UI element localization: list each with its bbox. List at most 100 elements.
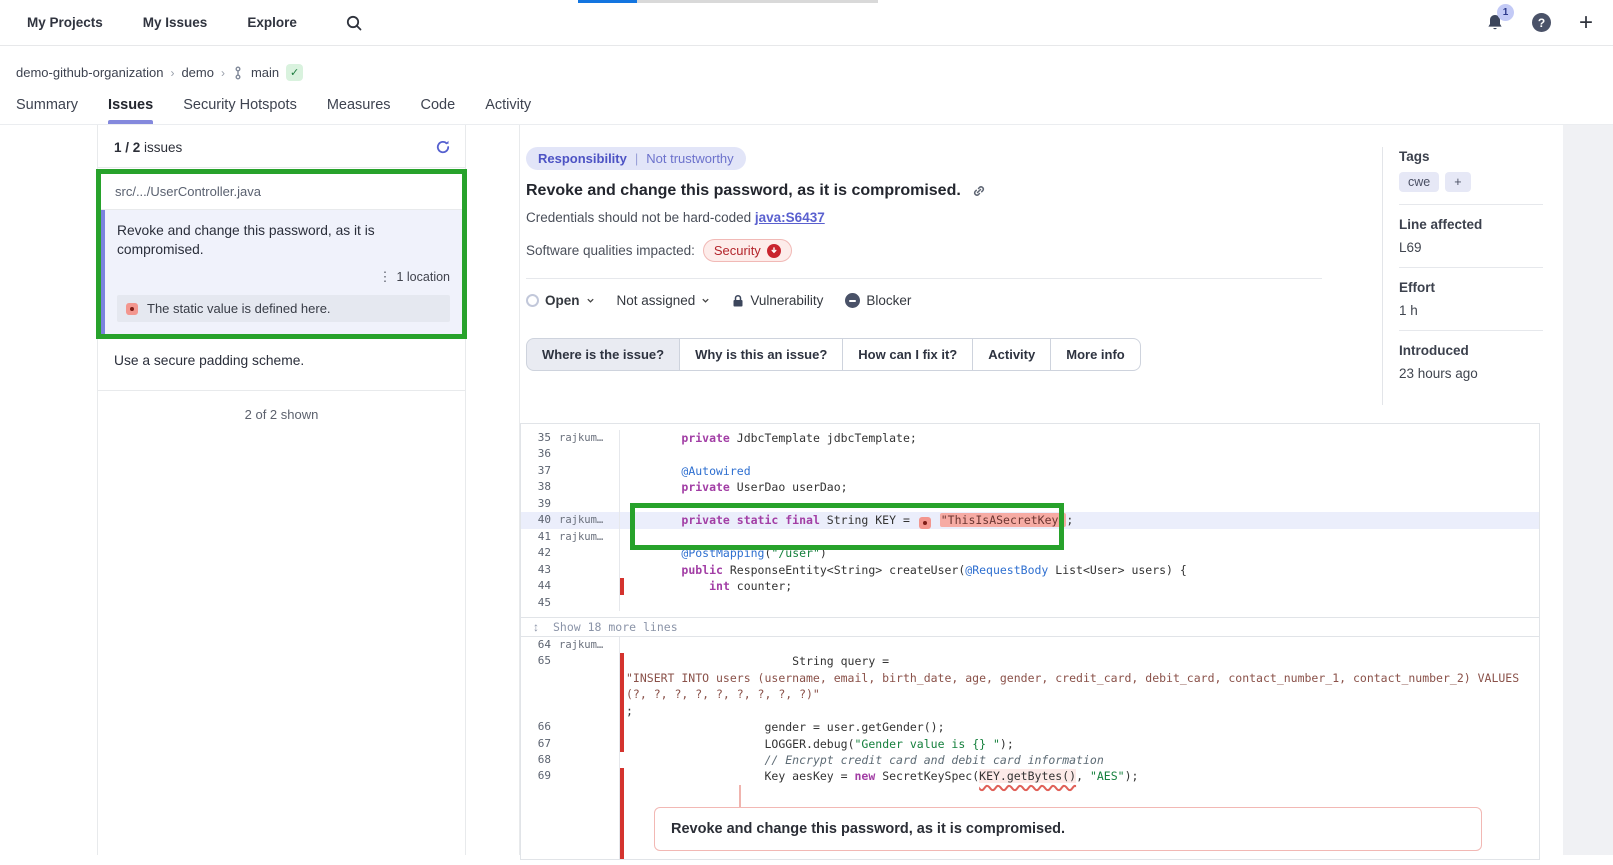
tab-activity[interactable]: Activity [485, 97, 531, 124]
line-number[interactable]: 45 [529, 595, 551, 611]
code-gutter: 43 [521, 562, 620, 578]
line-number[interactable]: 39 [529, 496, 551, 512]
tab-code[interactable]: Code [421, 97, 456, 124]
line-number[interactable]: 37 [529, 463, 551, 479]
tab-activity[interactable]: Activity [973, 338, 1051, 371]
top-navigation: My Projects My Issues Explore 1 ? + [0, 0, 1613, 46]
search-icon[interactable] [345, 14, 363, 32]
line-number[interactable]: 41 [529, 529, 551, 545]
line-number[interactable]: 38 [529, 479, 551, 495]
breadcrumb-org[interactable]: demo-github-organization [16, 65, 163, 80]
plus-glyph: + [1579, 11, 1593, 35]
code-gutter: 45 [521, 595, 620, 611]
tab-where-is-the-issue[interactable]: Where is the issue? [526, 338, 680, 371]
code-token: JdbcTemplate jdbcTemplate; [730, 431, 917, 445]
line-number[interactable]: 68 [529, 752, 551, 768]
tab-more-info[interactable]: More info [1051, 338, 1141, 371]
code-token: "Gender value is {} " [855, 737, 1000, 751]
code-gutter: 42 [521, 545, 620, 561]
software-qualities-row: Software qualities impacted: Security [526, 239, 1336, 262]
security-impact-pill[interactable]: Security [703, 239, 792, 262]
code-text: private JdbcTemplate jdbcTemplate; [624, 430, 1539, 446]
issue-list-item[interactable]: Use a secure padding scheme. [98, 339, 465, 391]
permalink-icon[interactable] [971, 183, 987, 199]
code-token: "ThisIsASecretKey" [940, 513, 1067, 527]
issue-list-item-selected[interactable]: Revoke and change this password, as it i… [101, 210, 462, 334]
issue-location-chip[interactable]: The static value is defined here. [117, 295, 450, 322]
code-line: 65 String query = "INSERT INTO users (us… [521, 653, 1539, 719]
video-progress-fill [578, 0, 637, 3]
code-line: 69 Key aesKey = new SecretKeySpec(KEY.ge… [521, 768, 1539, 784]
show-more-lines-button[interactable]: Show 18 more lines [553, 620, 678, 634]
line-number[interactable]: 67 [529, 736, 551, 752]
code-text [624, 637, 1539, 653]
issue-detail-title: Revoke and change this password, as it i… [526, 182, 961, 200]
issues-counter-current: 1 / 2 [114, 140, 140, 155]
issue-title: Revoke and change this password, as it i… [117, 222, 450, 259]
nav-explore[interactable]: Explore [247, 15, 297, 30]
video-progress-bar[interactable] [578, 0, 878, 3]
unfold-icon[interactable]: ↕ [533, 620, 539, 634]
scm-author: rajkum… [559, 512, 603, 528]
rule-key-link[interactable]: java:S6437 [755, 210, 825, 225]
help-icon[interactable]: ? [1532, 13, 1551, 32]
code-token [626, 431, 681, 445]
line-number[interactable]: 40 [529, 512, 551, 528]
add-tag-button[interactable]: + [1445, 172, 1470, 192]
create-plus-icon[interactable]: + [1579, 11, 1593, 35]
issue-file-path[interactable]: src/.../UserController.java [101, 174, 462, 210]
notifications-bell-icon[interactable]: 1 [1486, 13, 1504, 32]
code-token: String query = [626, 654, 889, 668]
open-status-icon [526, 294, 539, 307]
issues-shown-label: 2 of 2 shown [98, 391, 465, 438]
breadcrumb-branch[interactable]: main [251, 65, 279, 80]
line-number[interactable]: 44 [529, 578, 551, 594]
code-text: @Autowired [624, 463, 1539, 479]
line-number[interactable]: 35 [529, 430, 551, 446]
code-callout-row: Revoke and change this password, as it i… [521, 785, 1539, 859]
meta-tags-section: Tags cwe + [1399, 149, 1543, 205]
code-token: Key aesKey = [626, 769, 855, 783]
code-text [624, 446, 1539, 462]
code-line: 39 [521, 496, 1539, 512]
introduced-label: Introduced [1399, 343, 1543, 358]
code-gutter: 40 rajkum… [521, 512, 620, 529]
code-token [626, 464, 681, 478]
line-number[interactable]: 36 [529, 446, 551, 462]
nav-my-projects[interactable]: My Projects [27, 15, 103, 30]
tab-security-hotspots[interactable]: Security Hotspots [183, 97, 297, 124]
tag-cwe[interactable]: cwe [1399, 172, 1439, 192]
assignee-dropdown[interactable]: Not assigned [617, 293, 711, 308]
meta-line-affected-section: Line affected L69 [1399, 217, 1543, 268]
code-token: int [709, 579, 730, 593]
issue-detail-panel: Responsibility | Not trustworthy Revoke … [519, 125, 1563, 855]
line-number[interactable]: 69 [529, 768, 551, 784]
line-number[interactable]: 43 [529, 562, 551, 578]
refresh-icon[interactable] [435, 139, 451, 155]
tab-measures[interactable]: Measures [327, 97, 391, 124]
code-token: private [681, 480, 729, 494]
code-token [933, 513, 940, 527]
breadcrumb-separator: › [170, 66, 174, 80]
tab-issues[interactable]: Issues [108, 97, 153, 124]
line-number[interactable]: 42 [529, 545, 551, 561]
line-number[interactable]: 66 [529, 719, 551, 735]
line-number[interactable]: 64 [529, 637, 551, 653]
issue-locations-count[interactable]: ⋮ 1 location [117, 269, 450, 285]
code-token: ; [626, 704, 633, 718]
tab-how-can-i-fix-it[interactable]: How can I fix it? [843, 338, 973, 371]
tab-summary[interactable]: Summary [16, 97, 78, 124]
code-token: ) [820, 546, 827, 560]
meta-effort-section: Effort 1 h [1399, 280, 1543, 331]
breadcrumb-project[interactable]: demo [181, 65, 214, 80]
severity-label: Blocker [866, 293, 911, 308]
help-glyph: ? [1532, 13, 1551, 32]
issue-severity: Blocker [845, 293, 911, 308]
line-number[interactable]: 65 [529, 653, 551, 669]
status-dropdown[interactable]: Open [526, 293, 595, 308]
tab-why-is-this-an-issue[interactable]: Why is this an issue? [680, 338, 843, 371]
code-text: Key aesKey = new SecretKeySpec(KEY.getBy… [624, 768, 1539, 784]
nav-my-issues[interactable]: My Issues [143, 15, 208, 30]
effort-label: Effort [1399, 280, 1543, 295]
issues-counter: 1 / 2 issues [114, 140, 182, 155]
